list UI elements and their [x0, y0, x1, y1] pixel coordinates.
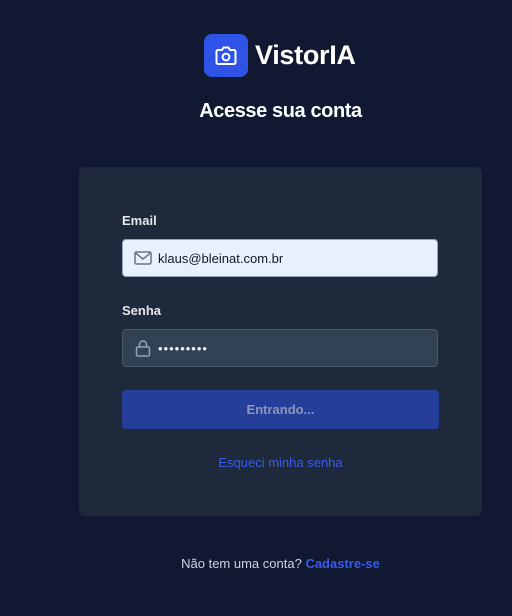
camera-icon — [204, 34, 248, 77]
email-field[interactable]: klaus@bleinat.com.br — [122, 239, 438, 277]
page-title: Acesse sua conta — [199, 100, 362, 122]
password-field[interactable]: ••••••••• — [122, 329, 438, 367]
lock-icon — [134, 339, 152, 357]
signup-prompt: Não tem uma conta? Cadastre-se — [0, 556, 512, 571]
brand-name: VistorIA — [255, 40, 356, 70]
email-value: klaus@bleinat.com.br — [158, 250, 284, 266]
signup-prompt-text: Não tem uma conta? — [181, 556, 302, 571]
password-label: Senha — [122, 303, 162, 318]
email-label: Email — [122, 213, 157, 228]
brand: VistorIA — [204, 34, 356, 77]
forgot-password-link[interactable]: Esqueci minha senha — [79, 455, 482, 470]
login-card: Email klaus@bleinat.com.br Senha •••••••… — [79, 167, 482, 516]
envelope-icon — [134, 249, 152, 267]
signup-link[interactable]: Cadastre-se — [305, 556, 379, 571]
password-value: ••••••••• — [158, 340, 208, 356]
login-button[interactable]: Entrando... — [122, 390, 439, 429]
